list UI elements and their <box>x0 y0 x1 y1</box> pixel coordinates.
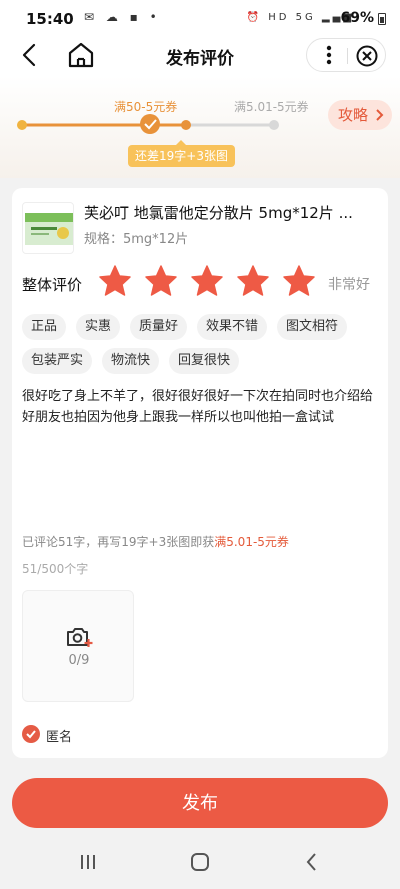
star-icon[interactable] <box>236 264 270 298</box>
publish-button[interactable]: 发布 <box>12 778 388 828</box>
mini-app-capsule <box>306 38 386 72</box>
tag-chip[interactable]: 质量好 <box>130 314 188 340</box>
battery-icon <box>378 13 386 25</box>
status-time: 15:40 <box>26 10 74 28</box>
char-count: 51/500个字 <box>22 562 89 576</box>
more-options-icon[interactable] <box>317 43 341 67</box>
star-icon[interactable] <box>190 264 224 298</box>
battery-percent: 69% <box>340 10 374 26</box>
home-button-icon[interactable] <box>188 850 212 874</box>
tag-chip[interactable]: 回复很快 <box>169 348 240 374</box>
network-icons: ⏰ HD 5G ▂▄▆ <box>246 12 354 23</box>
reward-hint: 已评论51字，再写19字+3张图即获满5.01-5元券 <box>22 533 289 550</box>
chevron-right-icon <box>376 109 384 121</box>
hint-text: 已评论51字，再写19字+3张图即获 <box>22 535 215 549</box>
system-nav-bar <box>0 836 400 889</box>
status-bar: 15:40 ✉ ☁ ▪ • ⏰ HD 5G ▂▄▆ 69% <box>0 0 400 36</box>
progress-current-dot <box>181 120 191 130</box>
product-image <box>22 202 74 254</box>
review-textarea[interactable]: 很好吃了身上不羊了，很好很好很好一下次在拍同时也介绍给好朋友也拍因为他身上跟我一… <box>22 386 378 428</box>
coupon-current-label: 满50-5元券 <box>114 100 178 114</box>
photo-count: 0/9 <box>68 653 90 668</box>
tag-chip[interactable]: 正品 <box>22 314 67 340</box>
back-nav-icon[interactable] <box>300 850 324 874</box>
tag-chip[interactable]: 效果不错 <box>197 314 268 340</box>
remaining-bubble: 还差19字+3张图 <box>128 140 235 167</box>
progress-end-dot <box>269 120 279 130</box>
close-icon[interactable] <box>354 43 380 69</box>
checkbox-checked-icon <box>22 725 40 743</box>
product-spec: 规格：5mg*12片 <box>84 232 189 247</box>
star-icon[interactable] <box>98 264 132 298</box>
progress-milestone-check <box>140 114 160 134</box>
strategy-button[interactable]: 攻略 <box>328 100 392 130</box>
progress-start-dot <box>17 120 27 130</box>
tag-chip[interactable]: 实惠 <box>76 314 121 340</box>
star-icon[interactable] <box>144 264 178 298</box>
capsule-divider <box>347 48 348 64</box>
coupon-progress: 满50-5元券 满5.01-5元券 还差19字+3张图 攻略 <box>0 76 400 178</box>
tag-chip[interactable]: 物流快 <box>102 348 160 374</box>
notification-icons: ✉ ☁ ▪ • <box>84 10 161 24</box>
product-name: 芙必叮 地氯雷他定分散片 5mg*12片 ... <box>84 204 353 222</box>
network-label: HD 5G <box>268 12 316 23</box>
hint-coupon: 满5.01-5元券 <box>214 535 289 549</box>
rating-label: 整体评价 <box>22 276 83 294</box>
review-card: 芙必叮 地氯雷他定分散片 5mg*12片 ... 规格：5mg*12片 整体评价… <box>12 188 388 758</box>
coupon-next-label: 满5.01-5元券 <box>234 100 309 114</box>
strategy-label: 攻略 <box>338 106 369 124</box>
camera-add-icon <box>67 628 93 647</box>
rating-text: 非常好 <box>328 277 370 293</box>
photo-upload-button[interactable]: 0/9 <box>22 590 134 702</box>
recent-apps-icon[interactable] <box>76 850 100 874</box>
tag-chip[interactable]: 包装严实 <box>22 348 93 374</box>
top-nav-bar: 发布评价 <box>0 36 400 76</box>
anonymous-label: 匿名 <box>46 730 73 745</box>
star-icon[interactable] <box>282 264 316 298</box>
tag-chip[interactable]: 图文相符 <box>277 314 348 340</box>
